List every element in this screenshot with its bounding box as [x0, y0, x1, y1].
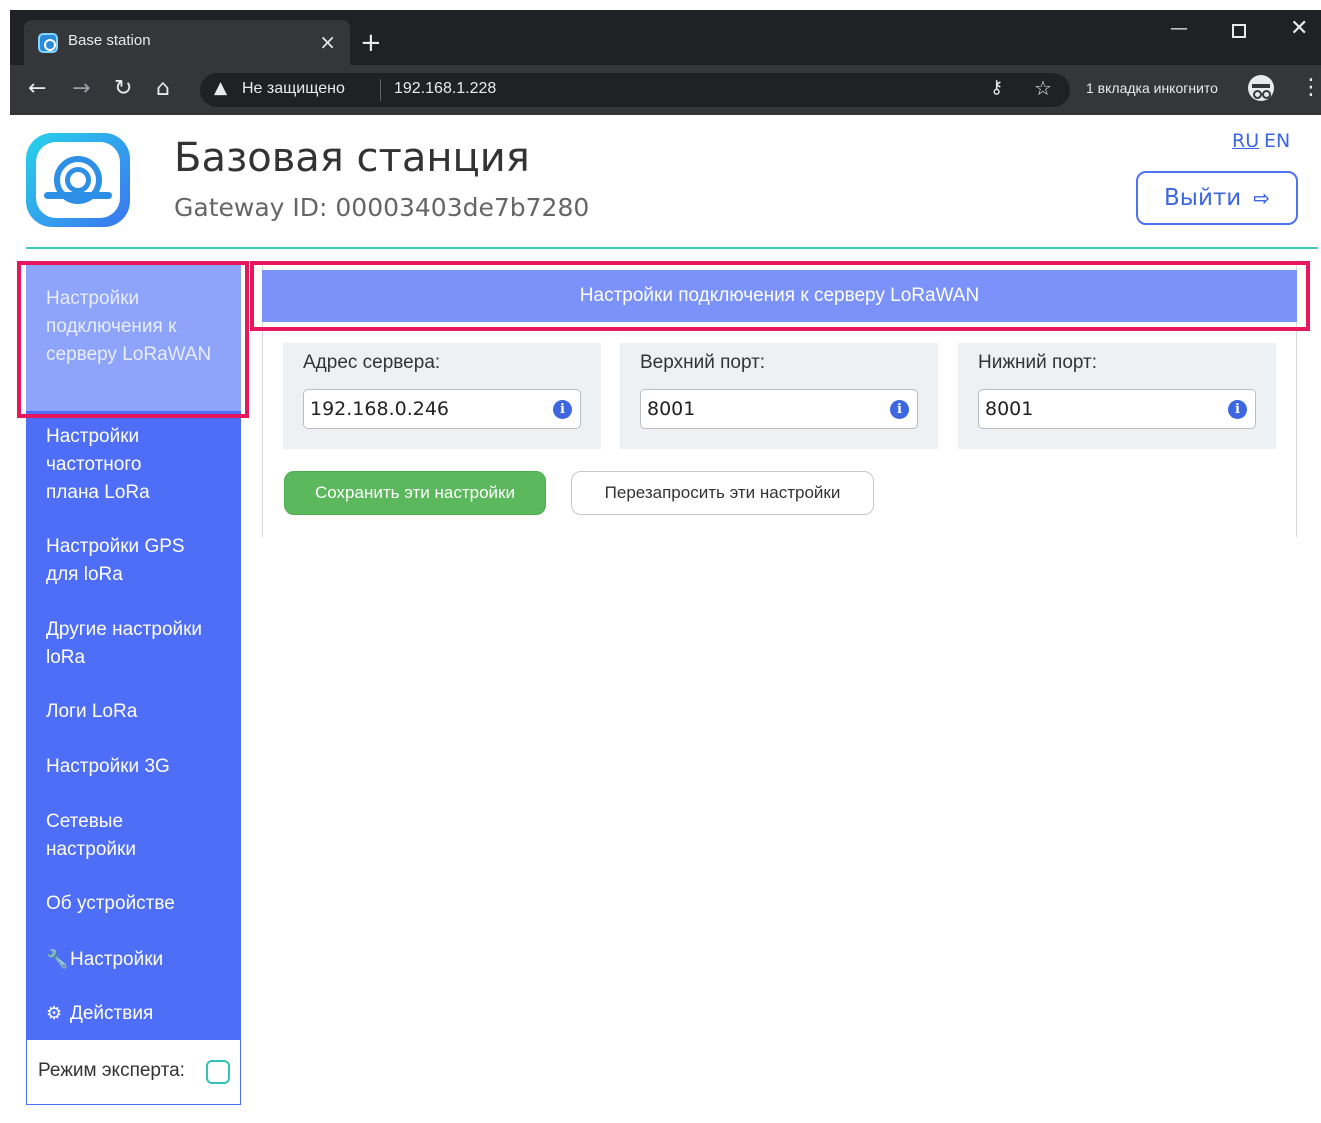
sidebar-item-other-lora[interactable]: Другие настройки loRa — [26, 616, 216, 672]
warning-icon: ▲ — [214, 78, 228, 98]
reload-icon[interactable]: ↻ — [114, 76, 132, 101]
brand-logo — [26, 133, 130, 227]
tab-title: Base station — [68, 32, 151, 49]
sidebar-item-actions[interactable]: ⚙ Действия — [26, 999, 241, 1028]
logo-bar — [44, 192, 112, 199]
panel-title: Настройки подключения к серверу LoRaWAN — [262, 270, 1297, 322]
reload-settings-button[interactable]: Перезапросить эти настройки — [571, 471, 874, 515]
expert-mode: Режим эксперта: — [26, 1039, 241, 1105]
window-maximize-button[interactable] — [1232, 24, 1246, 38]
browser-tab[interactable]: Base station × — [24, 20, 350, 65]
wrench-icon: 🔧 — [46, 949, 69, 969]
sidebar-item-label: Настройки — [70, 949, 164, 970]
server-address-field: Адрес сервера: i — [283, 343, 601, 449]
gateway-id: Gateway ID: 00003403de7b7280 — [174, 193, 590, 222]
sidebar-item-label: Об устройстве — [46, 893, 175, 914]
home-icon[interactable]: ⌂ — [156, 76, 170, 101]
lower-port-field: Нижний порт: i — [958, 343, 1276, 449]
window-minimize-button[interactable]: — — [1170, 18, 1188, 39]
sidebar-item-label: Настройки подключения к серверу LoRaWAN — [46, 288, 212, 365]
server-address-input[interactable] — [303, 389, 581, 429]
sidebar-item-3g[interactable]: Настройки 3G — [26, 753, 241, 781]
key-icon[interactable]: ⚷ — [990, 77, 1003, 98]
logo-ring-inner — [65, 167, 91, 193]
upper-port-field: Верхний порт: i — [620, 343, 938, 449]
save-settings-button[interactable]: Сохранить эти настройки — [284, 471, 546, 515]
address-separator — [380, 79, 381, 101]
address-bar[interactable]: ▲ Не защищено 192.168.1.228 ⚷ ☆ — [200, 73, 1070, 107]
incognito-label[interactable]: 1 вкладка инкогнито — [1086, 80, 1218, 96]
incognito-icon[interactable] — [1248, 75, 1274, 101]
sign-out-icon: ⇨ — [1253, 186, 1270, 210]
info-icon[interactable]: i — [1228, 400, 1247, 419]
not-secure-label[interactable]: Не защищено — [242, 80, 345, 98]
browser-toolbar: ← → ↻ ⌂ ▲ Не защищено 192.168.1.228 ⚷ ☆ … — [10, 65, 1321, 115]
browser-menu-icon[interactable]: ⋮ — [1300, 75, 1321, 100]
logout-label: Выйти — [1164, 185, 1242, 211]
logout-button[interactable]: Выйти ⇨ — [1136, 171, 1298, 225]
sidebar-item-frequency-plan[interactable]: Настройки частотного плана LoRa — [26, 423, 186, 507]
lang-en-link[interactable]: EN — [1264, 130, 1290, 152]
info-icon[interactable]: i — [890, 400, 909, 419]
upper-port-input[interactable] — [640, 389, 918, 429]
sidebar-item-settings[interactable]: 🔧Настройки — [26, 945, 241, 974]
back-arrow-icon[interactable]: ← — [28, 76, 46, 101]
sidebar-item-label: Другие настройки loRa — [46, 619, 203, 668]
expert-mode-checkbox[interactable] — [206, 1060, 230, 1084]
page-title: Базовая станция — [174, 135, 530, 181]
sidebar-item-label: Настройки GPS для loRa — [46, 536, 185, 585]
sidebar-item-label: Настройки частотного плана LoRa — [46, 426, 150, 503]
lower-port-input[interactable] — [978, 389, 1256, 429]
bookmark-star-icon[interactable]: ☆ — [1034, 76, 1052, 100]
info-icon[interactable]: i — [553, 400, 572, 419]
sidebar-item-gps[interactable]: Настройки GPS для loRa — [26, 533, 216, 589]
forward-arrow-icon[interactable]: → — [72, 76, 90, 101]
field-label: Верхний порт: — [640, 352, 766, 373]
gear-icon: ⚙ — [46, 1003, 63, 1023]
sidebar-item-label: Сетевые настройки — [46, 811, 136, 860]
sidebar-item-about[interactable]: Об устройстве — [26, 890, 241, 918]
site-favicon-icon — [38, 33, 58, 53]
field-label: Нижний порт: — [978, 352, 1098, 373]
field-label: Адрес сервера: — [303, 352, 441, 373]
lang-ru-link[interactable]: RU — [1232, 130, 1259, 152]
logo-inner — [36, 142, 120, 218]
tab-close-icon[interactable]: × — [319, 30, 336, 54]
url-text[interactable]: 192.168.1.228 — [394, 80, 496, 98]
window-close-button[interactable]: ✕ — [1290, 16, 1308, 41]
sidebar-item-network[interactable]: Сетевые настройки — [26, 808, 186, 864]
sidebar: Настройки подключения к серверу LoRaWAN … — [26, 265, 241, 1039]
browser-tab-bar: Base station × + — ✕ — [10, 10, 1321, 65]
sidebar-item-lora-logs[interactable]: Логи LoRa — [26, 698, 241, 726]
header-divider — [26, 247, 1318, 249]
new-tab-button[interactable]: + — [360, 30, 382, 56]
sidebar-item-label: Действия — [70, 1003, 154, 1024]
sidebar-item-label: Настройки 3G — [46, 756, 170, 777]
web-page: Базовая станция Gateway ID: 00003403de7b… — [10, 115, 1321, 1123]
sidebar-item-label: Логи LoRa — [46, 701, 138, 722]
sidebar-item-lorawan-server[interactable]: Настройки подключения к серверу LoRaWAN — [26, 265, 241, 411]
expert-mode-label: Режим эксперта: — [38, 1060, 185, 1081]
